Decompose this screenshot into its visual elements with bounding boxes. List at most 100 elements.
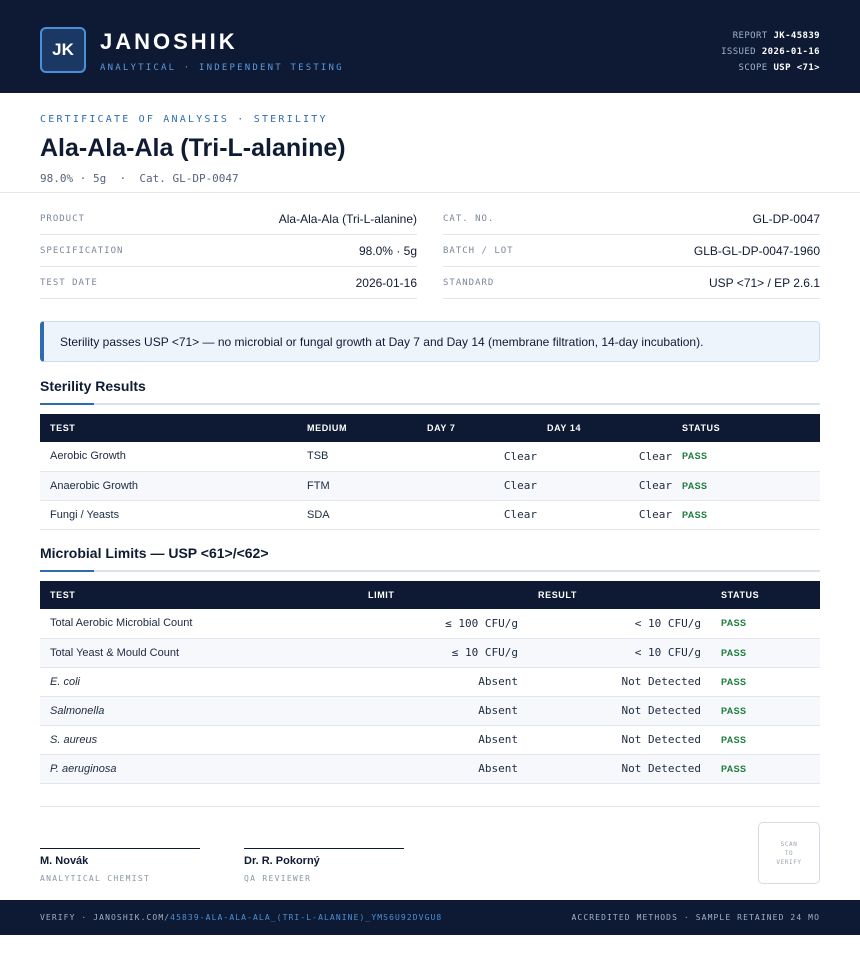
qr-text: VERIFY [776, 858, 802, 866]
cell-result: < 10 CFU/g [528, 638, 711, 668]
verify-link[interactable]: 45839-ALA-ALA-ALA_(TRI-L-ALANINE)_YMS6U9… [170, 913, 442, 922]
cell-test: Total Yeast & Mould Count [40, 638, 358, 668]
status-badge: PASS [682, 471, 820, 501]
section-title-microbial: Microbial Limits — USP <61>/<62> [40, 545, 269, 561]
logo-initials: JK [52, 40, 74, 59]
cell-day7: Clear [417, 500, 547, 530]
cell-result: Not Detected [528, 696, 711, 726]
document-kicker: CERTIFICATE OF ANALYSIS · STERILITY [40, 114, 328, 125]
qr-text: TO [784, 849, 794, 857]
column-header: LIMIT [368, 590, 395, 600]
status-badge: PASS [711, 754, 820, 784]
info-label: STANDARD [443, 277, 495, 288]
column-header: DAY 14 [547, 423, 582, 433]
status-badge: PASS [711, 725, 820, 755]
signature-analyst: M. Novák ANALYTICAL CHEMIST [40, 848, 200, 883]
report-meta: REPORT JK-45839 ISSUED 2026-01-16 SCOPE … [721, 28, 820, 76]
table-row: E. coli Absent Not Detected PASS [40, 667, 820, 697]
section-rule [40, 570, 820, 572]
cell-test: S. aureus [40, 725, 358, 755]
status-badge: PASS [711, 696, 820, 726]
cell-medium: TSB [297, 442, 417, 472]
issued-line: ISSUED 2026-01-16 [721, 44, 820, 60]
cell-day7: Clear [417, 442, 547, 472]
column-header: STATUS [682, 423, 721, 433]
verify-line: VERIFY · JANOSHIK.COM/45839-ALA-ALA-ALA_… [40, 913, 442, 922]
section-rule-accent [40, 403, 94, 405]
cell-test: Salmonella [40, 696, 358, 726]
scope-line: SCOPE USP <71> [721, 60, 820, 76]
info-row-cat-no: CAT. NO. GL-DP-0047 [443, 203, 820, 235]
cell-limit: Absent [358, 667, 528, 697]
report-header: JK JANOSHIK ANALYTICAL · INDEPENDENT TES… [0, 0, 860, 93]
cell-day14: Clear [547, 500, 682, 530]
cell-test: Total Aerobic Microbial Count [40, 609, 358, 639]
cell-medium: FTM [297, 471, 417, 501]
verify-prefix: VERIFY · JANOSHIK.COM/ [40, 913, 171, 922]
info-label: TEST DATE [40, 277, 98, 288]
table-row: Fungi / Yeasts SDA Clear Clear PASS [40, 500, 820, 530]
issued-value: 2026-01-16 [761, 47, 820, 57]
cell-day7: Clear [417, 471, 547, 501]
table-row: S. aureus Absent Not Detected PASS [40, 725, 820, 755]
scope-label: SCOPE [738, 63, 768, 73]
info-label: SPECIFICATION [40, 245, 124, 256]
status-badge: PASS [682, 500, 820, 530]
sterility-table: TEST MEDIUM DAY 7 DAY 14 STATUS Aerobic … [40, 414, 820, 530]
info-label: BATCH / LOT [443, 245, 514, 256]
info-value: GL-DP-0047 [752, 211, 820, 226]
column-header: STATUS [721, 590, 760, 600]
table-row: Total Yeast & Mould Count ≤ 10 CFU/g < 1… [40, 638, 820, 668]
table-row: P. aeruginosa Absent Not Detected PASS [40, 754, 820, 784]
cell-day14: Clear [547, 471, 682, 501]
cell-limit: ≤ 100 CFU/g [358, 609, 528, 639]
cell-result: Not Detected [528, 667, 711, 697]
page-title: Ala-Ala-Ala (Tri-L-alanine) [40, 134, 346, 162]
info-row-batch: BATCH / LOT GLB-GL-DP-0047-1960 [443, 235, 820, 267]
table-row: Aerobic Growth TSB Clear Clear PASS [40, 442, 820, 472]
info-row-product: PRODUCT Ala-Ala-Ala (Tri-L-alanine) [40, 203, 417, 235]
info-value: USP <71> / EP 2.6.1 [709, 275, 820, 290]
section-rule [40, 403, 820, 405]
cell-limit: Absent [358, 725, 528, 755]
brand-tagline: ANALYTICAL · INDEPENDENT TESTING [100, 63, 344, 73]
verify-qr-placeholder[interactable]: SCAN TO VERIFY [758, 822, 820, 884]
report-id-label: REPORT [732, 31, 768, 41]
column-header: TEST [50, 423, 76, 433]
info-row-standard: STANDARD USP <71> / EP 2.6.1 [443, 267, 820, 299]
cell-result: Not Detected [528, 725, 711, 755]
info-label: CAT. NO. [443, 213, 495, 224]
microbial-limits-table: TEST LIMIT RESULT STATUS Total Aerobic M… [40, 581, 820, 784]
table-row: Anaerobic Growth FTM Clear Clear PASS [40, 471, 820, 501]
footer-note: ACCREDITED METHODS · SAMPLE RETAINED 24 … [571, 913, 820, 922]
table-row: Salmonella Absent Not Detected PASS [40, 696, 820, 726]
summary-notice: Sterility passes USP <71> — no microbial… [40, 321, 820, 362]
brand-name: JANOSHIK [100, 29, 238, 54]
info-value: 98.0% · 5g [358, 243, 417, 258]
divider [40, 806, 820, 807]
column-header: MEDIUM [307, 423, 348, 433]
cell-result: Not Detected [528, 754, 711, 784]
qr-text: SCAN [780, 840, 798, 848]
cell-limit: Absent [358, 754, 528, 784]
column-header: TEST [50, 590, 76, 600]
info-value: GLB-GL-DP-0047-1960 [693, 243, 820, 258]
logo: JK [40, 27, 86, 73]
report-id-line: REPORT JK-45839 [721, 28, 820, 44]
table-header-row: TEST MEDIUM DAY 7 DAY 14 STATUS [40, 414, 820, 442]
cell-test: Anaerobic Growth [40, 471, 297, 501]
scope-value: USP <71> [773, 63, 820, 73]
info-row-specification: SPECIFICATION 98.0% · 5g [40, 235, 417, 267]
info-label: PRODUCT [40, 213, 85, 224]
section-rule-accent [40, 570, 94, 572]
report-footer: VERIFY · JANOSHIK.COM/45839-ALA-ALA-ALA_… [0, 900, 860, 935]
info-value: 2026-01-16 [355, 275, 417, 290]
summary-notice-text: Sterility passes USP <71> — no microbial… [60, 334, 704, 349]
signature-role: ANALYTICAL CHEMIST [40, 874, 151, 883]
cell-test: Aerobic Growth [40, 442, 297, 472]
cell-limit: ≤ 10 CFU/g [358, 638, 528, 668]
signature-name: Dr. R. Pokorný [244, 855, 320, 867]
column-header: DAY 7 [427, 423, 456, 433]
status-badge: PASS [682, 442, 820, 472]
info-value: Ala-Ala-Ala (Tri-L-alanine) [278, 211, 417, 226]
